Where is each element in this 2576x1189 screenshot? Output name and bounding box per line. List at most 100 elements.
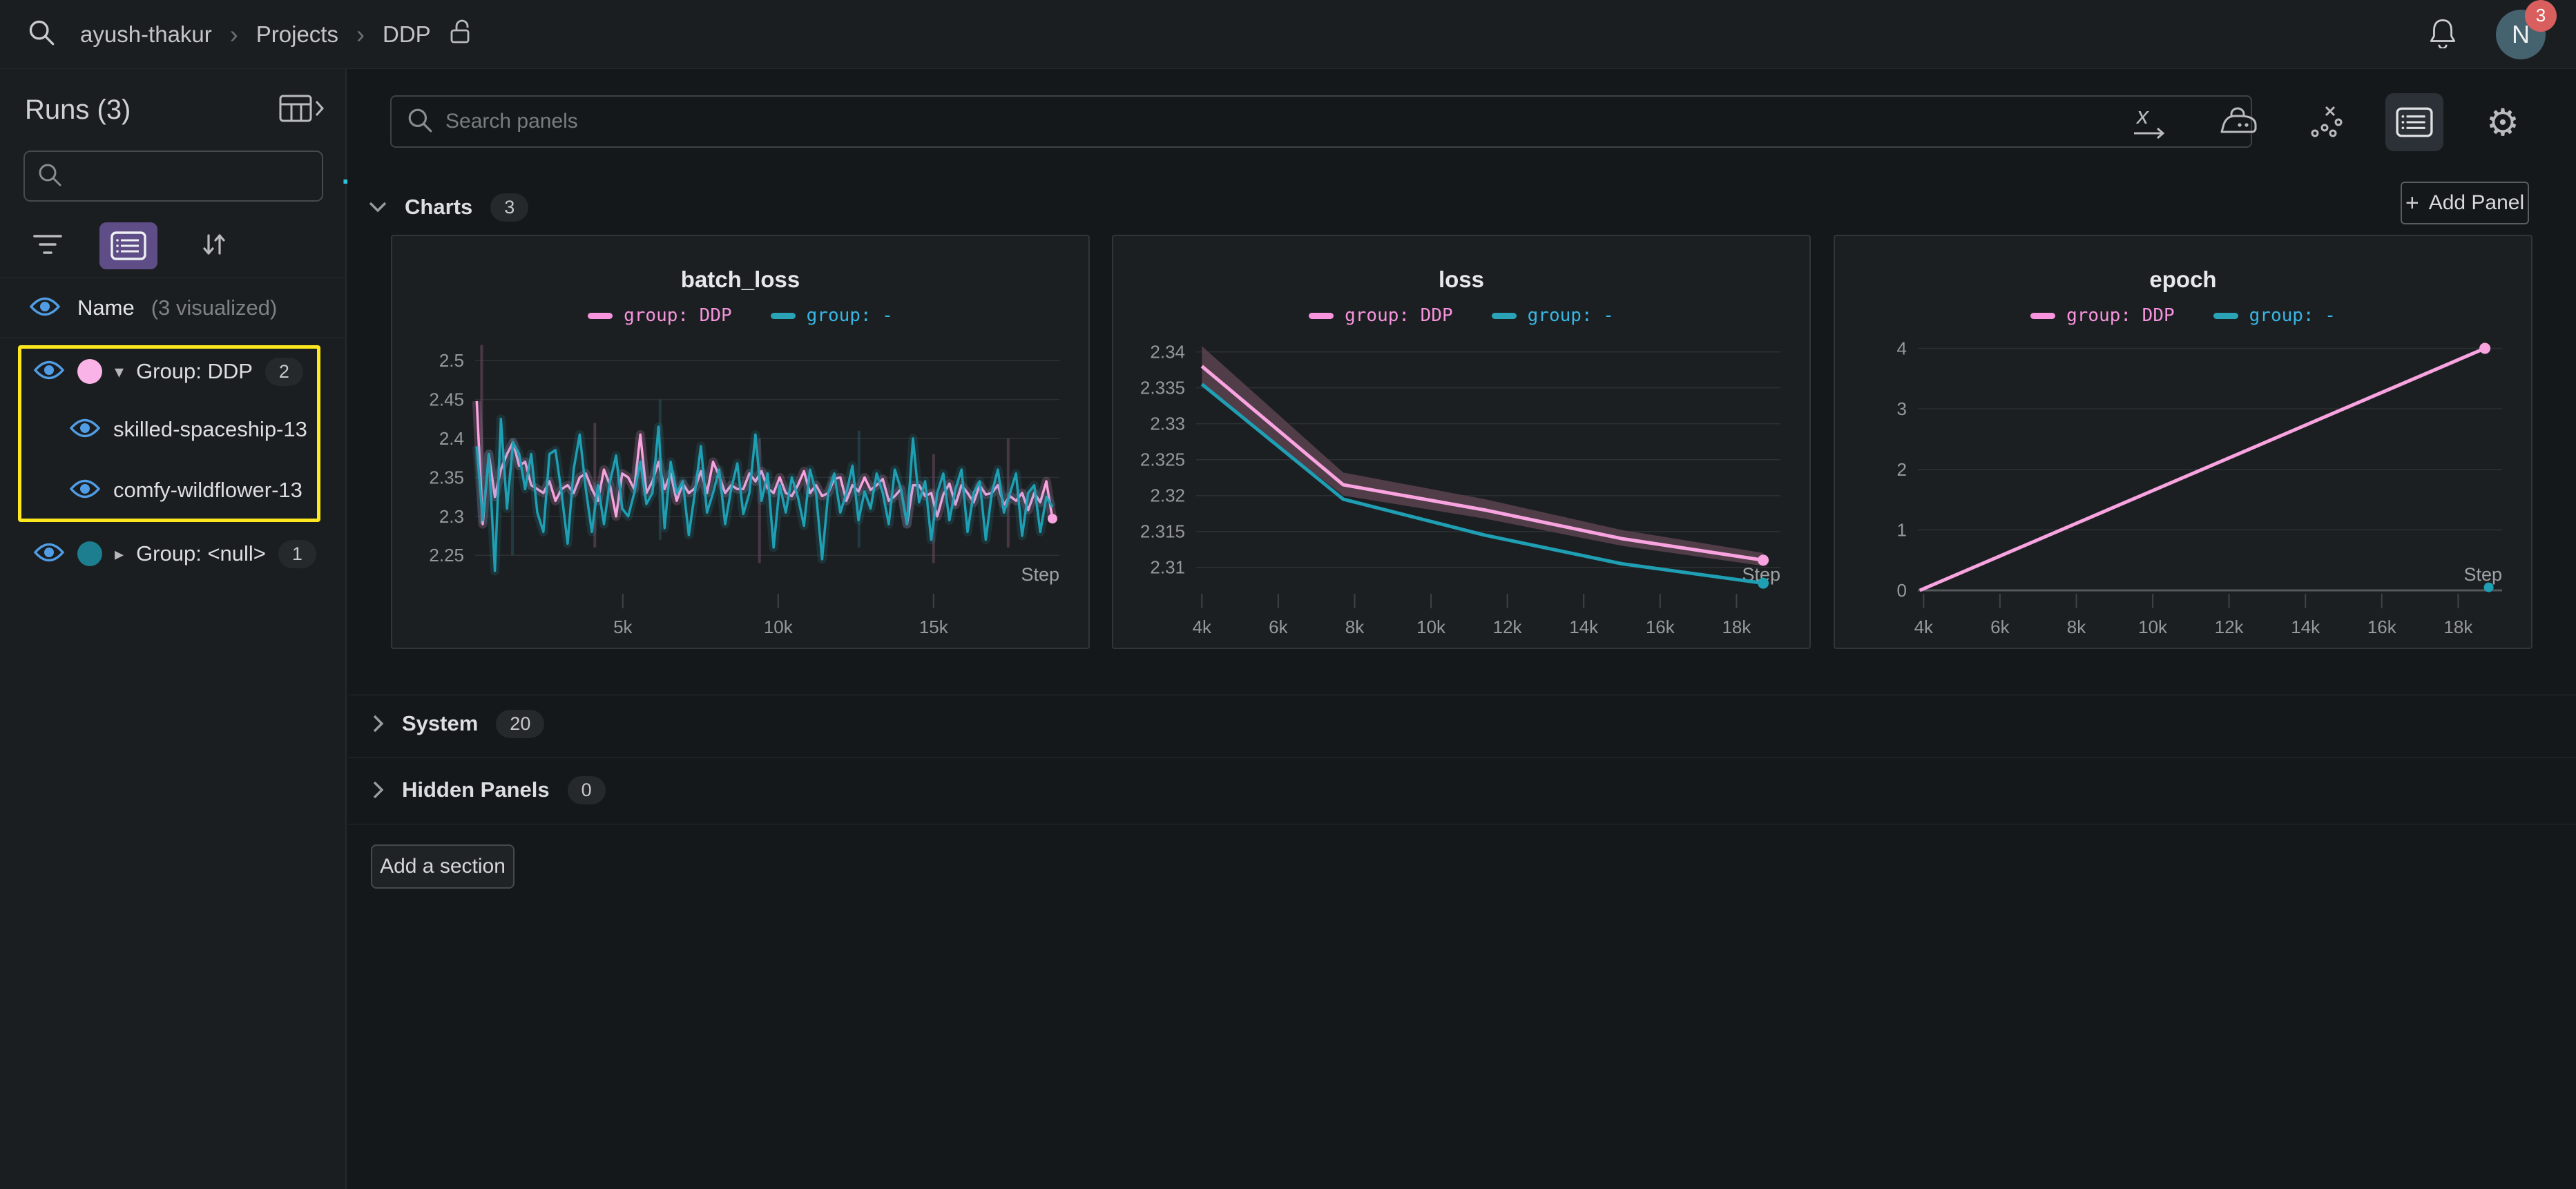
chart-legend: group: DDP group: - [392, 305, 1088, 326]
chart-legend: group: DDP group: - [1113, 305, 1809, 326]
add-panel-label: Add Panel [2429, 191, 2524, 215]
svg-text:2.25: 2.25 [429, 545, 464, 566]
section-label[interactable]: Charts [405, 195, 472, 220]
chart-panel-batch-loss[interactable]: 2.252.32.352.42.452.55k10k15kStep batch_… [391, 235, 1090, 649]
section-system[interactable]: System 20 [373, 704, 544, 743]
svg-text:14k: 14k [2291, 617, 2320, 637]
plus-icon: + [2405, 190, 2419, 217]
svg-text:2.45: 2.45 [429, 389, 464, 410]
run-group-null[interactable]: ▸ Group: <null> 1 [33, 533, 316, 574]
runs-sidebar: Runs (3) .* Name (3 visualized) [0, 69, 347, 1189]
group-label[interactable]: Group: <null> [136, 541, 266, 566]
svg-text:2.4: 2.4 [439, 428, 464, 449]
svg-text:10k: 10k [2138, 617, 2168, 637]
global-search-icon[interactable] [28, 19, 55, 50]
chart-title: epoch [1835, 267, 2531, 293]
x-axis-settings-icon[interactable]: x [2120, 93, 2178, 151]
section-label[interactable]: Hidden Panels [402, 777, 550, 802]
chevron-down-icon[interactable] [369, 202, 387, 213]
chevron-right-icon[interactable] [373, 781, 384, 799]
svg-text:10k: 10k [764, 617, 794, 637]
svg-text:16k: 16k [1646, 617, 1675, 637]
section-hidden-panels[interactable]: Hidden Panels 0 [373, 771, 606, 809]
section-divider [348, 757, 2576, 758]
svg-text:Step: Step [2463, 564, 2502, 585]
legend-label: group: - [2249, 305, 2336, 326]
settings-gear-icon[interactable]: ⚙ [2474, 93, 2532, 151]
svg-text:15k: 15k [919, 617, 949, 637]
legend-item[interactable]: group: DDP [588, 305, 732, 326]
chevron-right-icon[interactable] [373, 715, 384, 733]
svg-text:2.32: 2.32 [1150, 485, 1185, 506]
search-icon [407, 107, 433, 137]
chart-title: loss [1113, 267, 1809, 293]
sort-icon[interactable] [199, 230, 228, 262]
run-row[interactable]: skilled-spaceship-13 [69, 409, 307, 450]
svg-text:x: x [2135, 104, 2149, 129]
svg-text:14k: 14k [1569, 617, 1599, 637]
legend-label: group: DDP [1345, 305, 1453, 326]
svg-text:0: 0 [1897, 580, 1907, 601]
runs-name-header[interactable]: Name (3 visualized) [0, 278, 345, 338]
section-label[interactable]: System [402, 711, 478, 736]
svg-text:2.34: 2.34 [1150, 342, 1185, 362]
svg-text:10k: 10k [1416, 617, 1446, 637]
legend-swatch [1309, 313, 1334, 319]
eye-icon[interactable] [33, 541, 65, 567]
outliers-icon[interactable] [2297, 93, 2355, 151]
panel-layout-icon[interactable] [2385, 93, 2443, 151]
notification-count-badge: 3 [2525, 0, 2557, 32]
svg-text:16k: 16k [2367, 617, 2397, 637]
panel-search-box [390, 95, 2252, 148]
eye-icon[interactable] [69, 478, 101, 503]
chart-plot: 2.252.32.352.42.452.55k10k15kStep [392, 236, 1091, 650]
svg-text:1: 1 [1897, 519, 1907, 540]
legend-item[interactable]: group: DDP [1309, 305, 1453, 326]
breadcrumb-entity[interactable]: ayush-thakur [80, 21, 212, 48]
legend-item[interactable]: group: - [1492, 305, 1614, 326]
svg-text:2.35: 2.35 [429, 467, 464, 487]
legend-label: group: DDP [2066, 305, 2175, 326]
breadcrumb-project-name[interactable]: DDP [383, 21, 431, 48]
runs-search-input[interactable] [72, 164, 338, 188]
run-name[interactable]: skilled-spaceship-13 [113, 417, 307, 442]
run-row[interactable]: comfy-wildflower-13 [69, 470, 302, 511]
eye-icon[interactable] [29, 296, 61, 321]
svg-text:3: 3 [1897, 398, 1907, 419]
group-count-badge: 1 [278, 540, 316, 568]
filter-icon[interactable] [32, 231, 64, 261]
group-label[interactable]: Group: DDP [136, 359, 253, 384]
svg-text:2.31: 2.31 [1150, 557, 1185, 578]
list-view-toggle[interactable] [99, 222, 157, 269]
chart-panel-epoch[interactable]: 012344k6k8k10k12k14k16k18kStep epoch gro… [1834, 235, 2532, 649]
add-section-button[interactable]: Add a section [371, 844, 515, 889]
chart-plot: 012344k6k8k10k12k14k16k18kStep [1835, 236, 2534, 650]
breadcrumb-projects[interactable]: Projects [256, 21, 338, 48]
eye-icon[interactable] [69, 417, 101, 443]
section-count-badge: 20 [496, 710, 544, 738]
svg-text:2.315: 2.315 [1140, 521, 1185, 542]
eye-icon[interactable] [33, 359, 65, 385]
notifications-bell-icon[interactable] [2428, 17, 2457, 52]
open-lock-icon [449, 18, 472, 51]
caret-down-icon[interactable]: ▾ [115, 361, 124, 383]
legend-item[interactable]: group: - [771, 305, 893, 326]
section-charts[interactable]: Charts 3 [369, 188, 528, 226]
runs-table-expand-icon[interactable] [279, 94, 325, 126]
avatar[interactable]: N 3 [2496, 10, 2546, 59]
smoothing-iron-icon[interactable] [2209, 93, 2267, 151]
caret-right-icon[interactable]: ▸ [115, 543, 124, 565]
add-panel-button[interactable]: + Add Panel [2401, 182, 2529, 224]
group-color-dot[interactable] [77, 359, 102, 384]
svg-text:6k: 6k [1990, 617, 2010, 637]
group-color-dot[interactable] [77, 541, 102, 566]
run-name[interactable]: comfy-wildflower-13 [113, 478, 302, 503]
workspace-main: x ⚙ Charts 3 + Add Panel 2.252.32.352.42… [348, 69, 2576, 1189]
chart-panel-loss[interactable]: 2.312.3152.322.3252.332.3352.344k6k8k10k… [1112, 235, 1811, 649]
legend-item[interactable]: group: - [2213, 305, 2336, 326]
legend-label: group: - [1528, 305, 1614, 326]
panel-search-input[interactable] [445, 110, 2236, 133]
legend-item[interactable]: group: DDP [2030, 305, 2175, 326]
svg-text:5k: 5k [613, 617, 633, 637]
run-group-ddp[interactable]: ▾ Group: DDP 2 [33, 351, 303, 392]
